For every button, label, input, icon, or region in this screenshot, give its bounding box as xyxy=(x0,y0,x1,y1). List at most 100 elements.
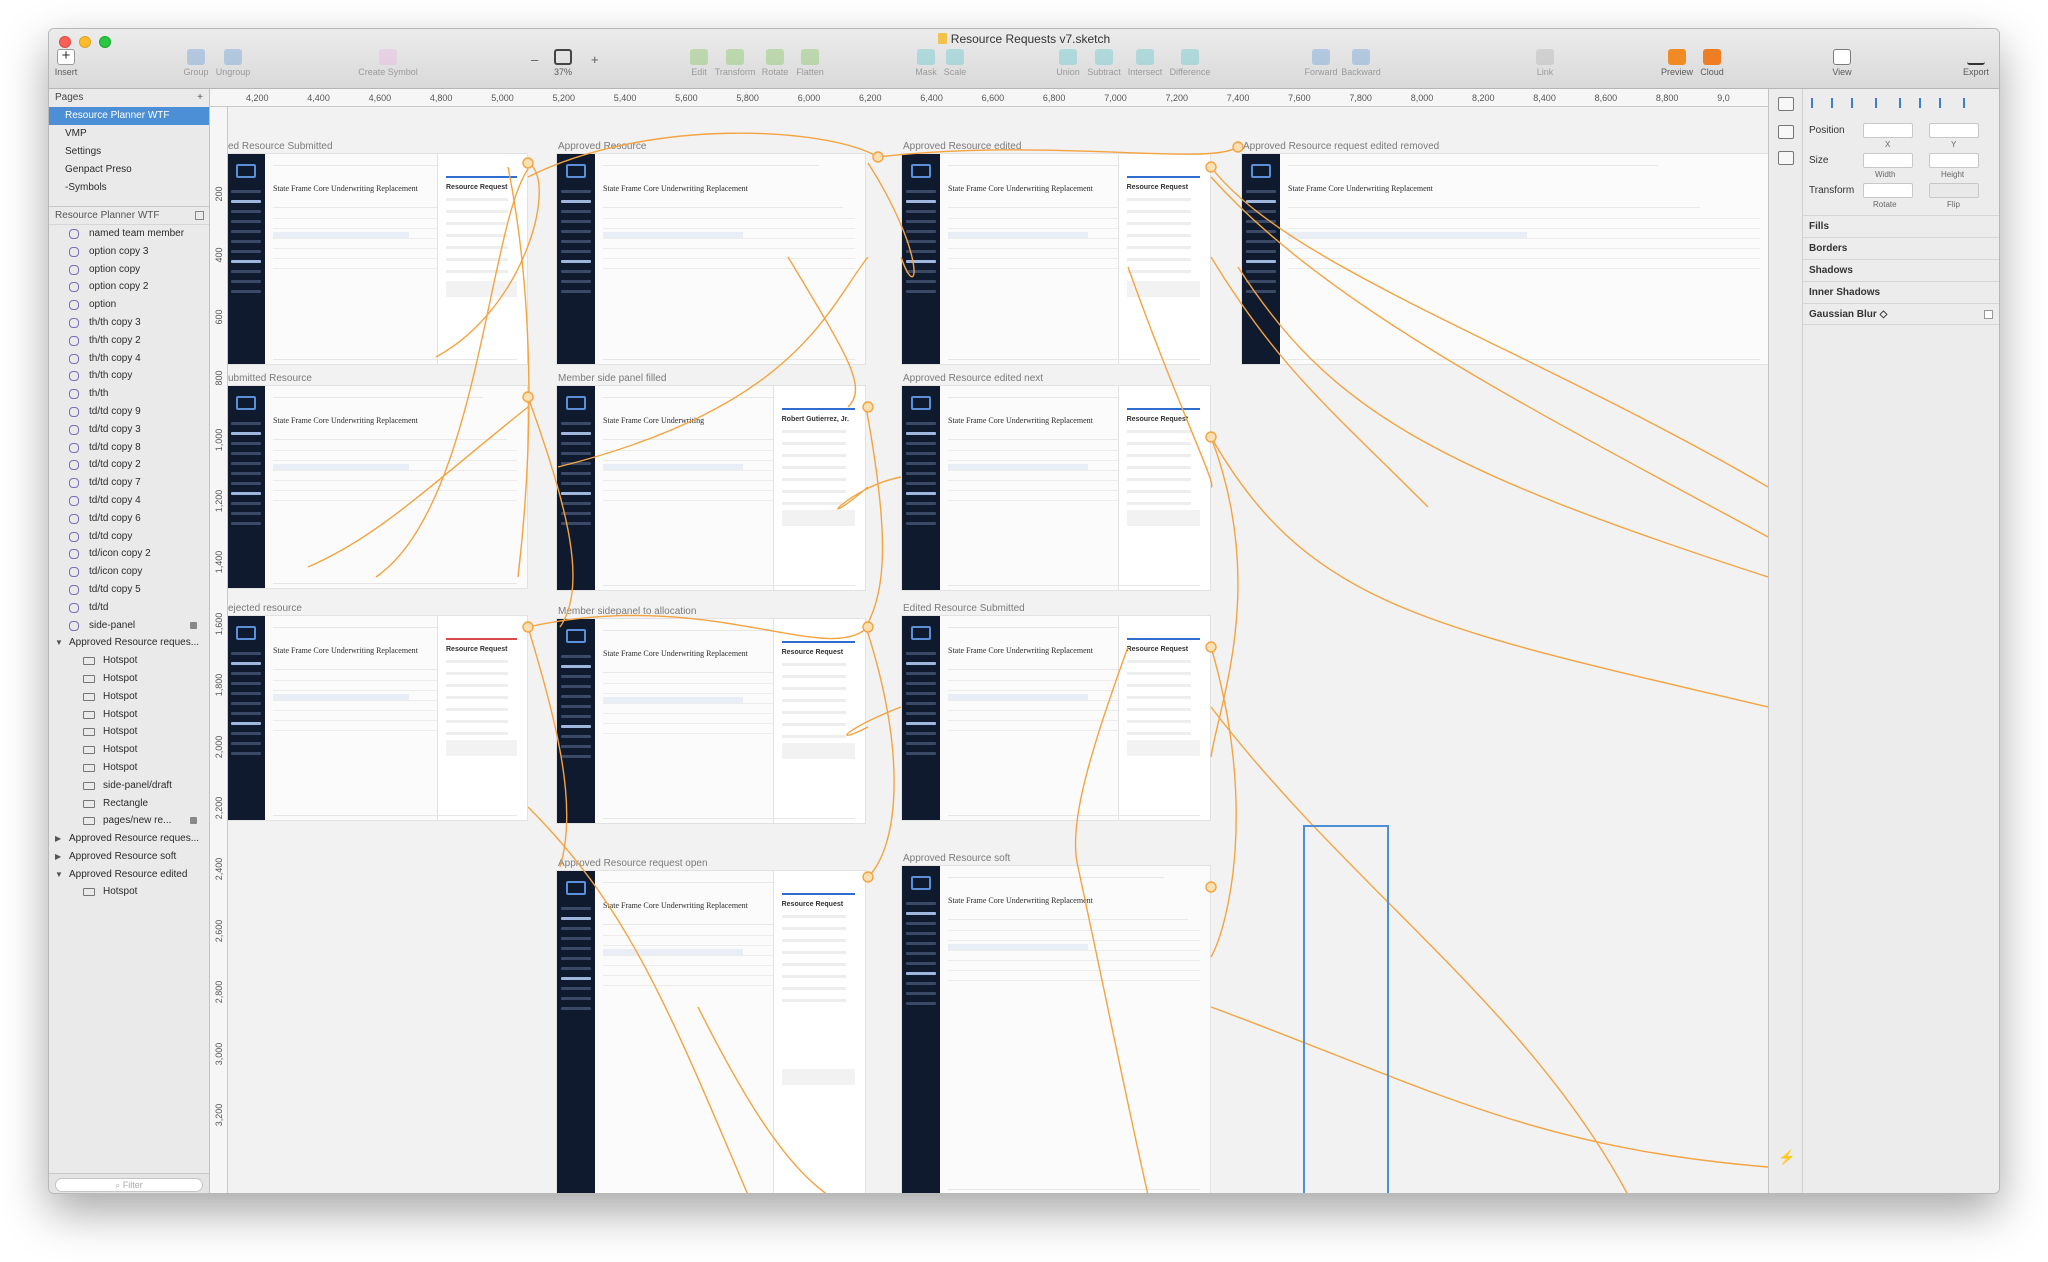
artboard-title[interactable]: ubmitted Resource xyxy=(228,373,312,384)
shadows-section[interactable]: Shadows xyxy=(1803,259,1999,281)
artboard[interactable]: State Frame Core Underwriting Replacemen… xyxy=(556,870,866,1193)
forward-button[interactable]: Forward xyxy=(1303,49,1339,77)
layer-item[interactable]: side-panel xyxy=(49,617,209,635)
layer-item[interactable]: td/td copy xyxy=(49,528,209,546)
lock-icon[interactable] xyxy=(190,621,197,629)
layer-item[interactable]: td/td copy 4 xyxy=(49,492,209,510)
export-button[interactable]: Export xyxy=(1959,49,1993,77)
collapse-layers-icon[interactable] xyxy=(195,211,204,220)
artboard[interactable]: State Frame Core Underwriting Replacemen… xyxy=(228,153,528,365)
flip-buttons[interactable] xyxy=(1929,183,1979,198)
selected-layer-outline[interactable] xyxy=(1303,825,1389,1193)
page-item-settings[interactable]: Settings xyxy=(49,143,209,161)
mask-button[interactable]: Mask xyxy=(913,49,939,77)
artboard-title[interactable]: Edited Resource Submitted xyxy=(903,603,1025,614)
layer-item[interactable]: td/td copy 3 xyxy=(49,421,209,439)
insert-button[interactable]: Insert xyxy=(53,47,79,77)
layer-item[interactable]: Hotspot xyxy=(49,759,209,777)
artboard-title[interactable]: Approved Resource soft xyxy=(903,853,1010,864)
layer-group[interactable]: ▶ Approved Resource soft xyxy=(49,848,209,866)
layer-item[interactable]: th/th copy 4 xyxy=(49,350,209,368)
layer-item[interactable]: td/td copy 2 xyxy=(49,456,209,474)
layer-item[interactable]: th/th copy 2 xyxy=(49,332,209,350)
layer-item[interactable]: side-panel/draft xyxy=(49,777,209,795)
artboard[interactable]: State Frame Core Underwriting Replacemen… xyxy=(901,615,1211,821)
artboard[interactable]: State Frame Core Underwriting Replacemen… xyxy=(901,385,1211,591)
page-item-resource-planner-wtf[interactable]: Resource Planner WTF xyxy=(49,107,209,125)
rotate-field[interactable] xyxy=(1863,183,1913,198)
distribute-horizontal-icon[interactable] xyxy=(1875,98,1884,108)
artboard[interactable]: State Frame Core Underwriting Robert Guti… xyxy=(556,385,866,591)
align-top-icon[interactable] xyxy=(1899,98,1908,108)
layer-item[interactable]: td/td copy 6 xyxy=(49,510,209,528)
artboard-title[interactable]: Approved Resource request open xyxy=(558,858,708,869)
link-button[interactable]: Link xyxy=(1533,49,1557,77)
layer-item[interactable]: Hotspot xyxy=(49,883,209,901)
layer-item[interactable]: Hotspot xyxy=(49,706,209,724)
artboard-title[interactable]: Member sidepanel to allocation xyxy=(558,606,696,617)
align-left-icon[interactable] xyxy=(1811,98,1820,108)
artboard-title[interactable]: Approved Resource edited xyxy=(903,141,1021,152)
disclosure-closed-icon[interactable]: ▶ xyxy=(55,830,61,848)
align-right-icon[interactable] xyxy=(1851,98,1860,108)
artboard-title[interactable]: ejected resource xyxy=(228,603,302,614)
artboard-title[interactable]: Approved Resource xyxy=(558,141,646,152)
lightning-icon[interactable]: ⚡ xyxy=(1778,1149,1795,1165)
width-field[interactable] xyxy=(1863,153,1913,168)
artboard[interactable]: State Frame Core Underwriting Replacemen… xyxy=(556,153,866,365)
layer-item[interactable]: option copy 3 xyxy=(49,243,209,261)
distribute-vertical-icon[interactable] xyxy=(1963,98,1972,108)
share-icon[interactable] xyxy=(1778,125,1794,139)
gaussian-blur-section[interactable]: Gaussian Blur ◇ xyxy=(1803,303,1999,325)
layer-item[interactable]: option copy 2 xyxy=(49,278,209,296)
layer-item[interactable]: named team member xyxy=(49,225,209,243)
layer-group[interactable]: ▼ Approved Resource edited xyxy=(49,866,209,884)
flatten-button[interactable]: Flatten xyxy=(793,49,827,77)
layer-item[interactable]: Hotspot xyxy=(49,741,209,759)
fills-section[interactable]: Fills xyxy=(1803,215,1999,237)
page-item-vmp[interactable]: VMP xyxy=(49,125,209,143)
zoom-control[interactable]: 37% xyxy=(533,49,593,77)
align-bottom-icon[interactable] xyxy=(1939,98,1948,108)
position-x-field[interactable] xyxy=(1863,123,1913,138)
cloud-button[interactable]: Cloud xyxy=(1697,49,1727,77)
layer-item[interactable]: td/td copy 9 xyxy=(49,403,209,421)
style-tab-icon[interactable] xyxy=(1778,97,1794,111)
artboard[interactable]: State Frame Core Underwriting Replacemen… xyxy=(901,153,1211,365)
layer-item[interactable]: td/td copy 7 xyxy=(49,474,209,492)
intersect-button[interactable]: Intersect xyxy=(1125,49,1165,77)
layer-item[interactable]: td/td xyxy=(49,599,209,617)
layer-item[interactable]: Hotspot xyxy=(49,652,209,670)
rotate-button[interactable]: Rotate xyxy=(759,49,791,77)
add-page-icon[interactable]: + xyxy=(197,89,203,107)
artboard-title[interactable]: Approved Resource edited next xyxy=(903,373,1043,384)
layer-item[interactable]: option xyxy=(49,296,209,314)
artboard-title[interactable]: Approved Resource request edited removed xyxy=(1243,141,1439,152)
artboard[interactable]: State Frame Core Underwriting Replacemen… xyxy=(556,618,866,824)
layer-item[interactable]: td/icon copy 2 xyxy=(49,545,209,563)
layer-item[interactable]: th/th copy 3 xyxy=(49,314,209,332)
edit-button[interactable]: Edit xyxy=(687,49,711,77)
backward-button[interactable]: Backward xyxy=(1339,49,1383,77)
disclosure-open-icon[interactable]: ▼ xyxy=(55,634,63,652)
layer-item[interactable]: td/td copy 5 xyxy=(49,581,209,599)
page-item-genpact-preso[interactable]: Genpact Preso xyxy=(49,161,209,179)
subtract-button[interactable]: Subtract xyxy=(1085,49,1123,77)
layer-item[interactable]: option copy xyxy=(49,261,209,279)
artboard[interactable]: State Frame Core Underwriting Replacemen… xyxy=(228,615,528,821)
layout-icon[interactable] xyxy=(1778,151,1794,165)
view-button[interactable]: View xyxy=(1827,49,1857,77)
layer-group[interactable]: ▼ Approved Resource reques... xyxy=(49,634,209,652)
layer-item[interactable]: Hotspot xyxy=(49,670,209,688)
layer-item[interactable]: td/icon copy xyxy=(49,563,209,581)
artboard[interactable]: State Frame Core Underwriting Replacemen… xyxy=(901,865,1211,1193)
filter-input[interactable]: ⌕ Filter xyxy=(55,1178,203,1192)
canvas[interactable]: ed Resource Submitted State Frame Core Un… xyxy=(228,107,1768,1193)
create-symbol-button[interactable]: Create Symbol xyxy=(355,49,421,77)
scale-button[interactable]: Scale xyxy=(941,49,969,77)
borders-section[interactable]: Borders xyxy=(1803,237,1999,259)
artboard[interactable]: State Frame Core Underwriting Replacemen… xyxy=(1241,153,1768,365)
transform-button[interactable]: Transform xyxy=(713,49,757,77)
ungroup-button[interactable]: Ungroup xyxy=(213,49,253,77)
layer-item[interactable]: Rectangle xyxy=(49,795,209,813)
